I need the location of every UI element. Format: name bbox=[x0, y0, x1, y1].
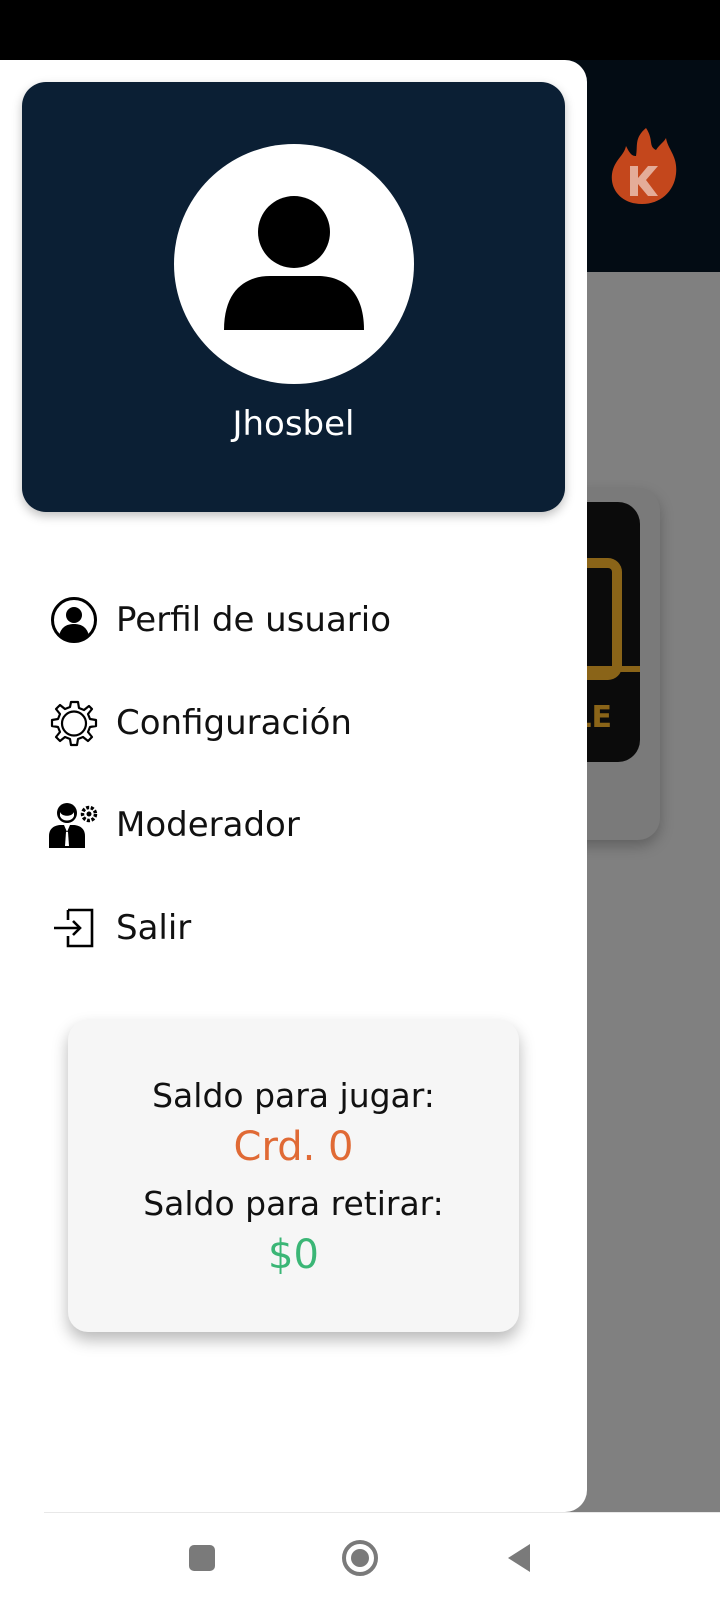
menu-label: Salir bbox=[116, 908, 192, 948]
withdraw-balance-value: $0 bbox=[268, 1232, 319, 1278]
profile-name: Jhosbel bbox=[232, 404, 355, 444]
status-bar bbox=[0, 0, 720, 60]
withdraw-balance-label: Saldo para retirar: bbox=[143, 1184, 444, 1223]
play-balance-value: Crd. 0 bbox=[233, 1124, 354, 1170]
play-balance-label: Saldo para jugar: bbox=[152, 1076, 435, 1115]
screen: LE Jhosbel Perfil de usuario Configuraci… bbox=[0, 0, 720, 1600]
recents-button[interactable] bbox=[180, 1536, 224, 1580]
person-silhouette-icon bbox=[224, 196, 364, 330]
logout-icon bbox=[48, 902, 100, 954]
menu-item-perfil[interactable]: Perfil de usuario bbox=[0, 580, 587, 660]
gear-icon bbox=[48, 697, 100, 749]
triangle-back-icon bbox=[508, 1544, 530, 1572]
moderator-icon bbox=[48, 799, 100, 851]
user-circle-icon bbox=[48, 594, 100, 646]
profile-header: Jhosbel bbox=[22, 82, 565, 512]
square-icon bbox=[189, 1545, 215, 1571]
menu-label: Configuración bbox=[116, 703, 352, 743]
flame-logo-icon bbox=[608, 126, 678, 206]
menu-item-moderador[interactable]: Moderador bbox=[0, 785, 587, 865]
menu-item-salir[interactable]: Salir bbox=[0, 888, 587, 968]
avatar[interactable] bbox=[174, 144, 414, 384]
nav-divider bbox=[44, 1512, 720, 1513]
menu-label: Perfil de usuario bbox=[116, 600, 392, 640]
balance-card: Saldo para jugar: Crd. 0 Saldo para reti… bbox=[68, 1020, 519, 1332]
menu-item-configuracion[interactable]: Configuración bbox=[0, 683, 587, 763]
navigation-drawer: Jhosbel Perfil de usuario Configuración … bbox=[0, 60, 587, 1512]
circle-home-icon bbox=[342, 1540, 378, 1576]
system-nav-bar bbox=[0, 1512, 720, 1600]
menu-label: Moderador bbox=[116, 805, 300, 845]
home-button[interactable] bbox=[338, 1536, 382, 1580]
back-button[interactable] bbox=[498, 1536, 542, 1580]
